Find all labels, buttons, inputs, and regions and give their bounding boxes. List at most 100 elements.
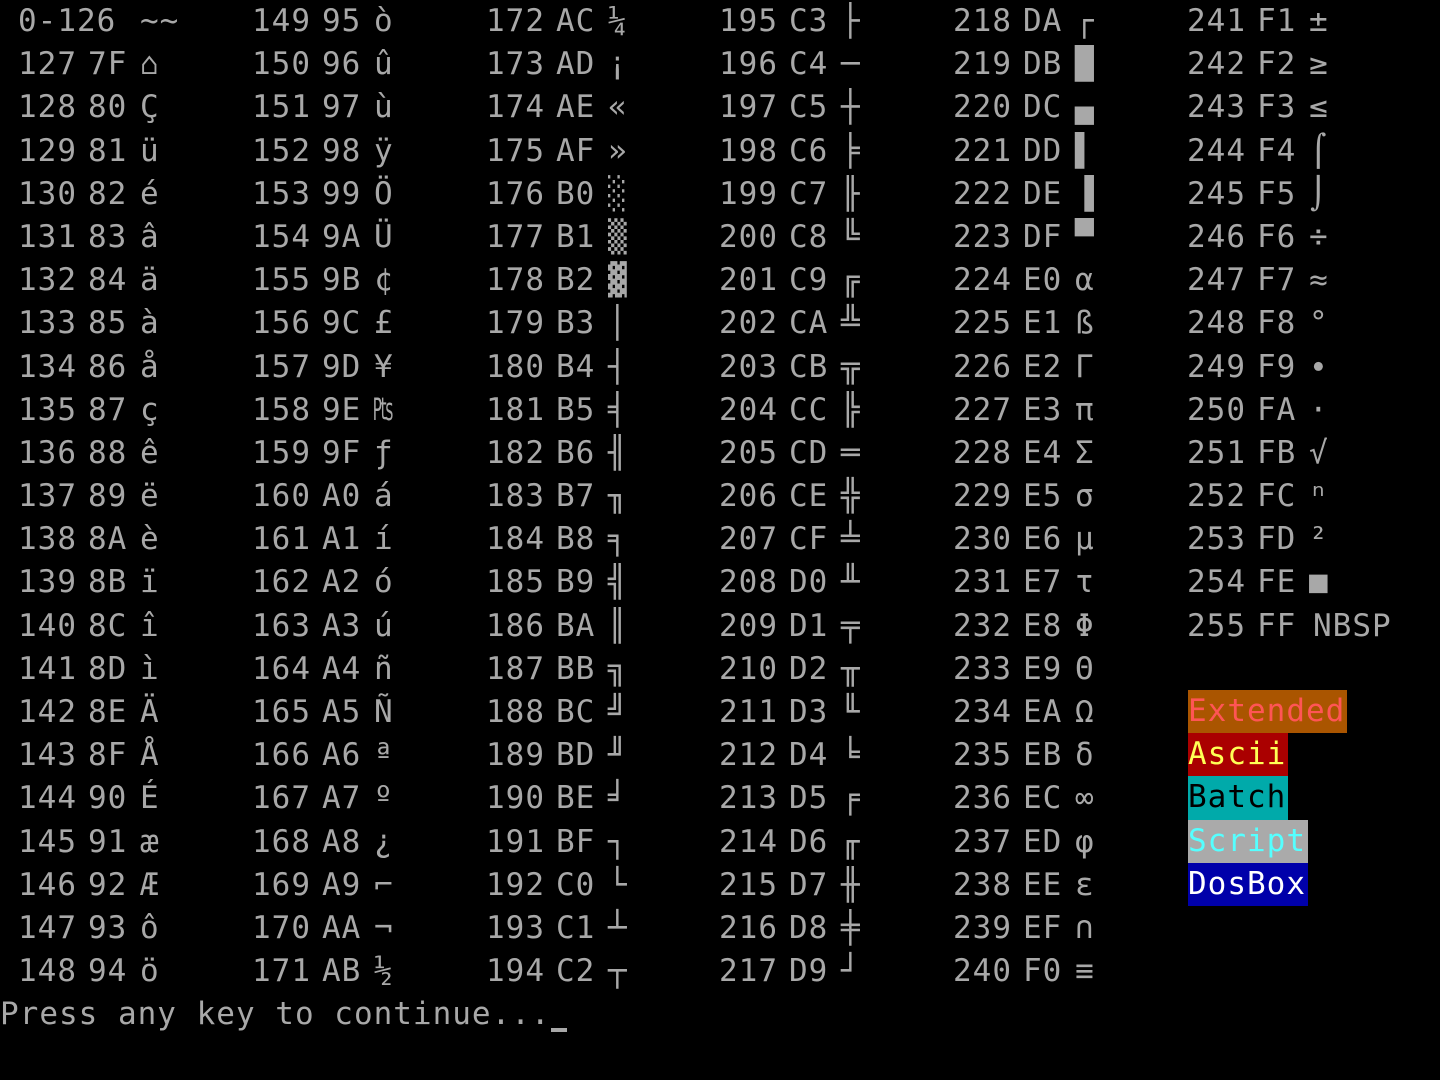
char-entry: 206 CE ╬: [701, 475, 935, 518]
decimal-code: 200: [719, 218, 778, 255]
char-glyph: ≈: [1309, 262, 1329, 299]
char-entry: 166 A6 ª: [234, 734, 468, 777]
char-entry: 158 9E ₧: [234, 389, 468, 432]
decimal-code: 234: [953, 694, 1012, 730]
hex-code: C7: [789, 175, 829, 212]
hex-code: B6: [556, 434, 596, 471]
char-entry: 224 E0 α: [935, 259, 1169, 302]
char-entry: 217 D9 ┘: [701, 950, 935, 993]
legend-script: Script: [1188, 819, 1308, 863]
decimal-code: 164: [252, 650, 311, 687]
char-glyph: ╘: [841, 737, 861, 774]
char-entry: 207 CF ╧: [701, 518, 935, 561]
decimal-code: 138: [18, 521, 77, 558]
hex-code: EE: [1023, 866, 1063, 903]
char-glyph: ∞: [1075, 780, 1095, 817]
decimal-code: 132: [18, 262, 77, 299]
hex-code: 86: [88, 348, 128, 385]
decimal-code: 244: [1187, 132, 1246, 169]
decimal-code: 216: [719, 909, 778, 946]
char-glyph: ┼: [841, 89, 861, 126]
hex-code: 80: [88, 89, 128, 126]
hex-code: EC: [1023, 780, 1063, 817]
char-entry: 182 B6 ╢: [468, 432, 702, 475]
char-glyph: °: [1309, 305, 1329, 342]
decimal-code: 247: [1187, 262, 1246, 299]
char-entry: 147 93 ô: [0, 907, 234, 950]
char-entry: 191 BF ┐: [468, 821, 702, 864]
decimal-code: 229: [953, 478, 1012, 515]
decimal-code: 240: [953, 953, 1012, 990]
char-glyph: ┬: [608, 953, 628, 990]
char-glyph: ╩: [841, 305, 861, 342]
char-glyph: ╪: [841, 909, 861, 946]
char-glyph: φ: [1075, 823, 1095, 860]
char-glyph: ·: [1309, 391, 1329, 428]
char-glyph: π: [1075, 391, 1095, 428]
decimal-code: 198: [719, 132, 778, 169]
hex-code: 7F: [88, 46, 128, 83]
decimal-code: 0-126: [18, 3, 117, 39]
char-glyph: ¼: [608, 3, 628, 39]
char-glyph: Σ: [1075, 434, 1095, 471]
code-column-1: 0-126 ~~ 127 7F ⌂ 128 80 Ç 129 81 ü 130 82 é 131 83 â 132…: [0, 0, 234, 993]
char-entry: 248 F8 °: [1169, 302, 1403, 345]
hex-code: BE: [556, 780, 596, 817]
char-entry: 130 82 é: [0, 173, 234, 216]
char-glyph: ╟: [841, 175, 861, 212]
char-entry: 150 96 û: [234, 43, 468, 86]
decimal-code: 204: [719, 391, 778, 428]
hex-code: CC: [789, 391, 829, 428]
decimal-code: 220: [953, 89, 1012, 126]
decimal-code: 191: [486, 823, 545, 860]
decimal-code: 174: [486, 89, 545, 126]
hex-code: 83: [88, 218, 128, 255]
hex-code: D8: [789, 909, 829, 946]
char-entry: 251 FB √: [1169, 432, 1403, 475]
char-glyph: Φ: [1075, 607, 1095, 644]
char-glyph: ╤: [841, 607, 861, 644]
char-entry: 163 A3 ú: [234, 605, 468, 648]
hex-code: A4: [322, 650, 362, 687]
decimal-code: 173: [486, 46, 545, 83]
hex-code: FF: [1257, 607, 1297, 644]
decimal-code: 161: [252, 521, 311, 558]
char-entry: 139 8B ï: [0, 561, 234, 604]
hex-code: F3: [1257, 89, 1297, 126]
decimal-code: 246: [1187, 218, 1246, 255]
char-glyph: ñ: [374, 650, 394, 687]
decimal-code: 248: [1187, 305, 1246, 342]
char-glyph: û: [374, 46, 394, 83]
char-glyph: â: [140, 218, 160, 255]
char-entry: 200 C8 ╚: [701, 216, 935, 259]
decimal-code: 148: [18, 953, 77, 990]
char-glyph: ╫: [841, 866, 861, 903]
char-entry: 156 9C £: [234, 302, 468, 345]
hex-code: BC: [556, 694, 596, 730]
decimal-code: 224: [953, 262, 1012, 299]
char-glyph: √: [1309, 434, 1329, 471]
hex-code: 8E: [88, 694, 128, 730]
char-entry: 189 BD ╜: [468, 734, 702, 777]
decimal-code: 175: [486, 132, 545, 169]
char-glyph: ▌: [1075, 132, 1095, 169]
char-glyph: ∩: [1075, 909, 1095, 946]
char-glyph: «: [608, 89, 628, 126]
code-column-3: 172 AC ¼ 173 AD ¡ 174 AE « 175 AF » 176 B0 ░ 177 B1 ▒ 178 B…: [468, 0, 702, 993]
decimal-code: 253: [1187, 521, 1246, 558]
prompt-text: Press any key to continue...: [0, 996, 551, 1032]
decimal-code: 178: [486, 262, 545, 299]
char-glyph: ┐: [608, 823, 628, 860]
hex-code: 8F: [88, 737, 128, 774]
hex-code: BD: [556, 737, 596, 774]
char-entry: 247 F7 ≈: [1169, 259, 1403, 302]
char-glyph: ┴: [608, 909, 628, 946]
char-entry: 210 D2 ╥: [701, 648, 935, 691]
char-glyph: ²: [1309, 521, 1329, 558]
char-glyph: ╡: [608, 391, 628, 428]
char-glyph: ½: [374, 953, 394, 990]
decimal-code: 166: [252, 737, 311, 774]
char-entry: 190 BE ╛: [468, 777, 702, 820]
hex-code: D2: [789, 650, 829, 687]
decimal-code: 197: [719, 89, 778, 126]
